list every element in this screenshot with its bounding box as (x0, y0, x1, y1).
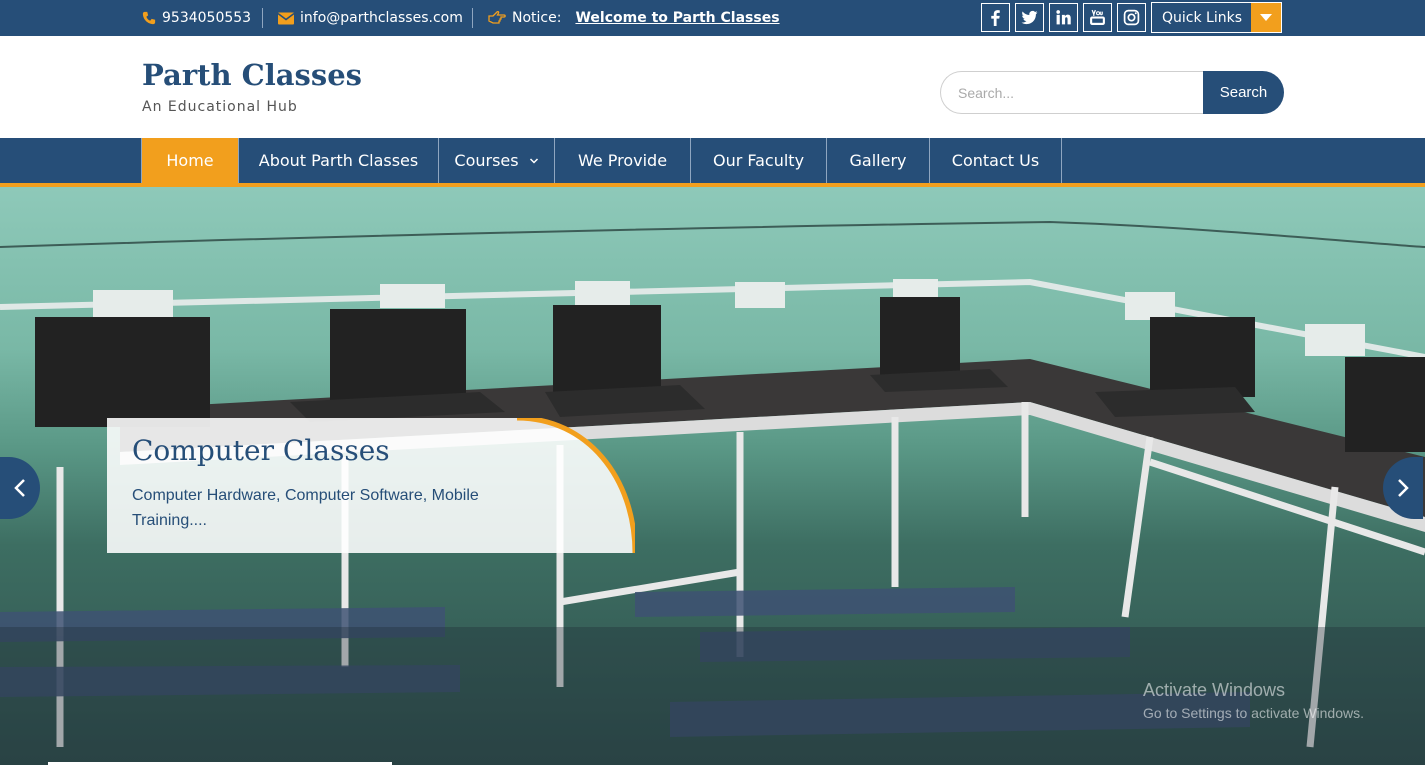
notice-label: Notice: (512, 10, 562, 26)
notice-link[interactable]: Welcome to Parth Classes (575, 10, 779, 26)
site-title[interactable]: Parth Classes (142, 58, 362, 92)
linkedin-icon (1056, 10, 1071, 25)
facebook-icon (991, 10, 1000, 26)
nav-item-label: About Parth Classes (258, 151, 419, 170)
quick-links-dropdown[interactable]: Quick Links (1151, 2, 1282, 33)
notice: Notice: Welcome to Parth Classes (488, 0, 780, 36)
slide-title: Computer Classes (132, 434, 390, 467)
chevron-down-icon (529, 157, 538, 164)
envelope-icon (278, 12, 294, 24)
caret-down-icon (1251, 3, 1281, 32)
top-bar: 9534050553 info@parthclasses.com Notice:… (0, 0, 1425, 36)
phone-icon (142, 11, 156, 25)
phone-number: 9534050553 (162, 10, 252, 26)
youtube-icon (1090, 9, 1105, 25)
hero-slider[interactable]: Computer Classes Computer Hardware, Comp… (0, 187, 1425, 765)
twitter-icon (1021, 10, 1038, 25)
nav-item-label: Our Faculty (712, 151, 805, 170)
slide-description: Computer Hardware, Computer Software, Mo… (132, 487, 479, 529)
youtube-link[interactable] (1083, 3, 1112, 32)
nav-item-our-faculty[interactable]: Our Faculty (691, 138, 827, 183)
search-button[interactable]: Search (1203, 71, 1284, 114)
nav-item-contact[interactable]: Contact Us (930, 138, 1062, 183)
phone-contact[interactable]: 9534050553 (142, 0, 251, 36)
site-tagline: An Educational Hub (142, 99, 298, 115)
instagram-link[interactable] (1117, 3, 1146, 32)
nav-item-label: Contact Us (951, 151, 1040, 170)
nav-item-courses[interactable]: Courses (439, 138, 555, 183)
main-navigation: Home About Parth Classes Courses We Prov… (0, 138, 1425, 183)
nav-item-we-provide[interactable]: We Provide (555, 138, 691, 183)
slide-caption: Computer Classes Computer Hardware, Comp… (107, 418, 635, 553)
search-form: Search (940, 71, 1284, 114)
divider (262, 8, 263, 28)
nav-item-about[interactable]: About Parth Classes (239, 138, 439, 183)
twitter-link[interactable] (1015, 3, 1044, 32)
activate-windows-title: Activate Windows (1143, 680, 1286, 700)
linkedin-link[interactable] (1049, 3, 1078, 32)
nav-item-label: Home (166, 151, 214, 170)
chevron-right-icon (1398, 479, 1409, 497)
nav-item-label: Courses (454, 151, 519, 170)
facebook-link[interactable] (981, 3, 1010, 32)
hand-point-icon (488, 11, 506, 24)
quick-links-label: Quick Links (1162, 9, 1243, 26)
nav-item-label: We Provide (577, 151, 668, 170)
divider (472, 8, 473, 28)
email-contact[interactable]: info@parthclasses.com (278, 0, 463, 36)
chevron-left-icon (14, 479, 25, 497)
nav-item-gallery[interactable]: Gallery (827, 138, 930, 183)
nav-item-label: Gallery (849, 151, 907, 170)
search-input[interactable] (940, 71, 1210, 114)
email-address: info@parthclasses.com (300, 10, 463, 26)
instagram-icon (1123, 9, 1140, 26)
nav-item-home[interactable]: Home (142, 138, 239, 183)
activate-windows-subtitle: Go to Settings to activate Windows. (1143, 705, 1364, 721)
